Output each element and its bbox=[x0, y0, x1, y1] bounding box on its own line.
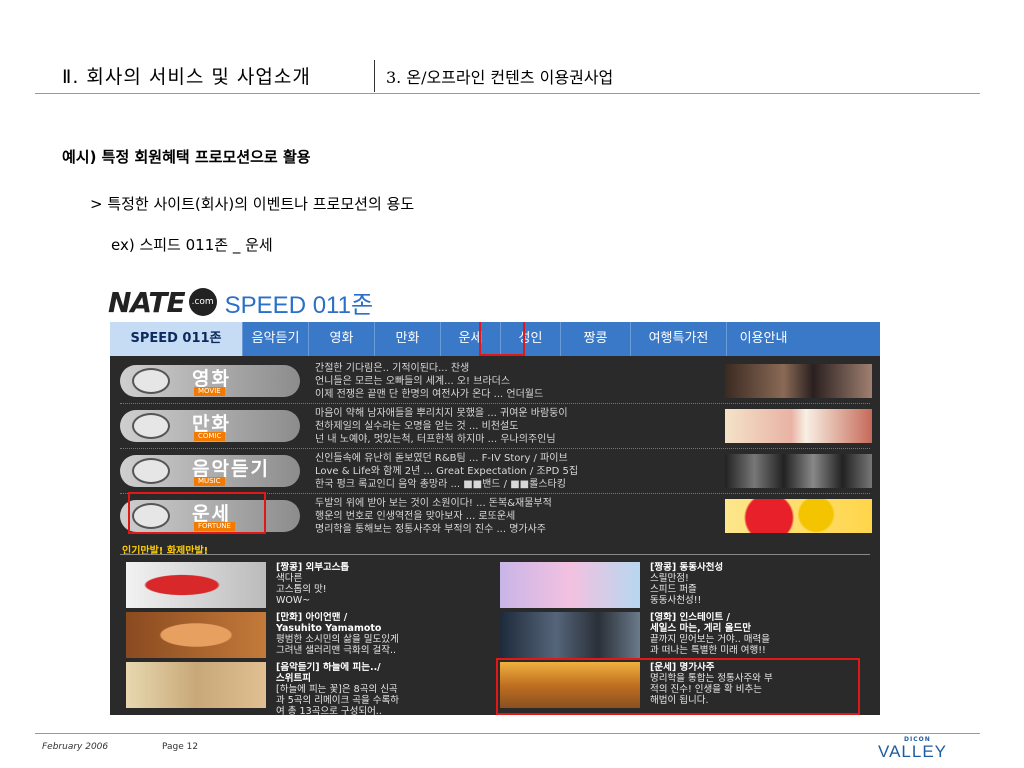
category-descriptions: 두발의 위에 받아 보는 것이 소원이다! ... 돈복&재물부적 행운의 번호… bbox=[315, 497, 715, 536]
category-en-badge: COMIC bbox=[194, 432, 226, 441]
example-heading: 예시) 특정 회원혜택 프로모션으로 활용 bbox=[62, 148, 311, 166]
hot-text: [짱콩] 외부고스톱 색다른 고스톱의 맛! WOW~ bbox=[276, 562, 491, 606]
hot-line: 과 5곡의 리메이크 곡을 수록하 bbox=[276, 695, 400, 706]
nav-tab-speed011[interactable]: SPEED 011존 bbox=[110, 322, 242, 356]
fortune-thumbnail bbox=[725, 499, 872, 533]
desc-line[interactable]: 천하제일의 실수라는 오명을 얻는 것 ... 비천설도 bbox=[315, 420, 715, 433]
hot-line: Yasuhito Yamamoto bbox=[276, 623, 382, 634]
hot-line: 그려낸 샐러리맨 극화의 걸작.. bbox=[276, 645, 396, 656]
hot-thumbnail bbox=[126, 612, 266, 658]
hot-title[interactable]: [짱콩] 동동사천성 bbox=[650, 562, 865, 573]
speed-011-title: SPEED 011존 bbox=[224, 291, 374, 319]
desc-line[interactable]: 넌 내 노예야, 멋있는척, 터프한척 하지마 ... 우나의주인님 bbox=[315, 433, 715, 446]
category-movie[interactable]: 영화 MOVIE 간절한 기다림은.. 기적이된다... 찬생 언니들은 모르는… bbox=[110, 360, 880, 402]
hot-line: 끝까지 믿어보는 거야.. 매력을 bbox=[650, 634, 770, 645]
divider bbox=[120, 448, 870, 449]
hot-line: 여 총 13곡으로 구성되어.. bbox=[276, 706, 382, 715]
hot-line: 세일스 마는, 게리 올드만 bbox=[650, 623, 751, 634]
headphones-icon bbox=[132, 458, 170, 484]
hot-title[interactable]: [짱콩] 외부고스톱 bbox=[276, 562, 491, 573]
footer-date: February 2006 bbox=[42, 742, 109, 752]
footer-rule bbox=[35, 733, 980, 734]
hot-section-rule bbox=[120, 554, 870, 555]
hot-thumbnail bbox=[500, 612, 640, 658]
hot-item-sacheonseong[interactable]: [짱콩] 동동사천성 스릴만점! 스피드 퍼즐 동동사천성!! bbox=[500, 562, 870, 610]
hot-thumbnail bbox=[500, 562, 640, 608]
header-rule bbox=[35, 93, 980, 94]
hot-text: [영화] 인스테이트 / 세일스 마는, 게리 올드만 끝까지 믿어보는 거야.… bbox=[650, 612, 865, 656]
nate-logo-text: NATE bbox=[108, 285, 186, 319]
hot-item-sweetpea[interactable]: [음악듣기] 하늘에 피는../ 스위트피 [하늘에 피는 꽃]은 8곡의 신곡… bbox=[126, 662, 496, 715]
desc-line[interactable]: 언니들은 모르는 오빠들의 세계... 오! 브라더스 bbox=[315, 375, 715, 388]
hot-line: 고스톱의 맛! bbox=[276, 584, 327, 595]
nav-tab-jjangkong[interactable]: 짱콩 bbox=[560, 322, 630, 356]
footer-page: Page 12 bbox=[162, 742, 199, 752]
saju-item-highlight bbox=[496, 658, 860, 715]
desc-line[interactable]: 신인들속에 유난히 돋보였던 R&B팀 ... F-IV Story / 파이브 bbox=[315, 452, 715, 465]
fortune-tab-highlight bbox=[479, 322, 525, 356]
nav-tab-music[interactable]: 음악듣기 bbox=[242, 322, 308, 356]
title-separator bbox=[374, 60, 375, 92]
hot-line: 스피드 퍼즐 bbox=[650, 584, 697, 595]
desc-line[interactable]: 이제 전쟁은 끝맨 단 한명의 여전사가 온다 ... 언더월드 bbox=[315, 388, 715, 401]
hot-item-gostop[interactable]: [짱콩] 외부고스톱 색다른 고스톱의 맛! WOW~ bbox=[126, 562, 496, 610]
purpose-bullet: > 특정한 사이트(회사)의 이벤트나 프로모션의 용도 bbox=[90, 195, 415, 213]
hot-line: 평범한 소시민의 삶을 밀도있게 bbox=[276, 634, 399, 645]
example-label: ex) 스피드 011존 _ 운세 bbox=[111, 236, 273, 254]
divider bbox=[120, 403, 870, 404]
hot-text: [만화] 아이언맨 / Yasuhito Yamamoto 평범한 소시민의 삶… bbox=[276, 612, 491, 656]
category-en-badge: MOVIE bbox=[194, 387, 225, 396]
category-music[interactable]: 음악듣기 MUSIC 신인들속에 유난히 돋보였던 R&B팀 ... F-IV … bbox=[110, 450, 880, 492]
desc-line[interactable]: 한국 펑크 록교인디 음악 총망라 ... ■■밴드 / ■■롤스타킹 bbox=[315, 478, 715, 491]
section-title: Ⅱ. 회사의 서비스 및 사업소개 bbox=[62, 66, 311, 88]
hot-title[interactable]: [만화] 아이언맨 / bbox=[276, 612, 491, 623]
nav-tab-movie[interactable]: 영화 bbox=[308, 322, 374, 356]
hot-thumbnail bbox=[126, 562, 266, 608]
fortune-category-highlight bbox=[128, 492, 266, 534]
category-descriptions: 마음이 약해 남자애들을 뿌리치지 못했을 ... 귀여운 바람둥이 천하제일의… bbox=[315, 407, 715, 446]
speed011-site-screenshot: SPEED 011존 음악듣기 영화 만화 운세 성인 짱콩 여행특가전 이용안… bbox=[110, 322, 880, 715]
hot-title[interactable]: [영화] 인스테이트 / bbox=[650, 612, 865, 623]
hot-line: 색다른 bbox=[276, 573, 303, 584]
desc-line[interactable]: 행운의 번호로 인생역전을 맞아보자 ... 로또운세 bbox=[315, 510, 715, 523]
music-thumbnail bbox=[725, 454, 872, 488]
desc-line[interactable]: 간절한 기다림은.. 기적이된다... 찬생 bbox=[315, 362, 715, 375]
hot-title[interactable]: [음악듣기] 하늘에 피는../ bbox=[276, 662, 491, 673]
hot-item-instate[interactable]: [영화] 인스테이트 / 세일스 마는, 게리 올드만 끝까지 믿어보는 거야.… bbox=[500, 612, 870, 660]
hot-text: [짱콩] 동동사천성 스릴만점! 스피드 퍼즐 동동사천성!! bbox=[650, 562, 865, 606]
comic-thumbnail bbox=[725, 409, 872, 443]
film-reel-icon bbox=[132, 368, 170, 394]
desc-line[interactable]: 명리학을 통해보는 정통사주와 부적의 진수 ... 명가사주 bbox=[315, 523, 715, 536]
desc-line[interactable]: Love & Life와 함께 2년 ... Great Expectation… bbox=[315, 465, 715, 478]
category-descriptions: 신인들속에 유난히 돋보였던 R&B팀 ... F-IV Story / 파이브… bbox=[315, 452, 715, 491]
nav-tab-guide[interactable]: 이용안내 bbox=[726, 322, 800, 356]
nav-tab-comic[interactable]: 만화 bbox=[374, 322, 440, 356]
desc-line[interactable]: 마음이 약해 남자애들을 뿌리치지 못했을 ... 귀여운 바람둥이 bbox=[315, 407, 715, 420]
nate-speed-logo: NATE .com SPEED 011존 bbox=[108, 284, 373, 320]
book-icon bbox=[132, 413, 170, 439]
hot-line: [하늘에 피는 꽃]은 8곡의 신곡 bbox=[276, 684, 398, 695]
hot-item-ironman[interactable]: [만화] 아이언맨 / Yasuhito Yamamoto 평범한 소시민의 삶… bbox=[126, 612, 496, 660]
valley-text: VALLEY bbox=[878, 742, 948, 761]
category-descriptions: 간절한 기다림은.. 기적이된다... 찬생 언니들은 모르는 오빠들의 세계.… bbox=[315, 362, 715, 401]
desc-line[interactable]: 두발의 위에 받아 보는 것이 소원이다! ... 돈복&재물부적 bbox=[315, 497, 715, 510]
hot-line: 스위트피 bbox=[276, 673, 311, 684]
nav-tab-travel[interactable]: 여행특가전 bbox=[630, 322, 726, 356]
hot-text: [음악듣기] 하늘에 피는../ 스위트피 [하늘에 피는 꽃]은 8곡의 신곡… bbox=[276, 662, 491, 715]
category-en-badge: MUSIC bbox=[194, 477, 225, 486]
movie-thumbnail bbox=[725, 364, 872, 398]
dotcom-badge: .com bbox=[188, 288, 217, 316]
hot-thumbnail bbox=[126, 662, 266, 708]
hot-line: WOW~ bbox=[276, 595, 311, 606]
category-comic[interactable]: 만화 COMIC 마음이 약해 남자애들을 뿌리치지 못했을 ... 귀여운 바… bbox=[110, 405, 880, 447]
hot-line: 과 떠나는 특별한 미래 여행!! bbox=[650, 645, 766, 656]
hot-line: 스릴만점! bbox=[650, 573, 689, 584]
section-subtitle: 3. 온/오프라인 컨텐츠 이용권사업 bbox=[386, 68, 614, 87]
hot-line: 동동사천성!! bbox=[650, 595, 702, 606]
